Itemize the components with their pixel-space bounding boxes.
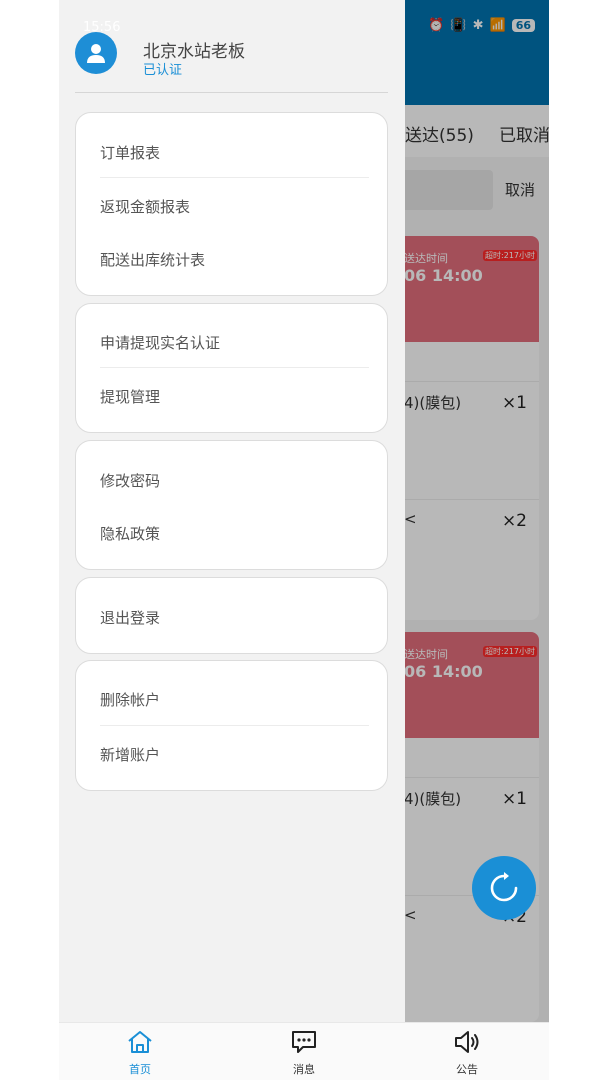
avatar <box>75 32 117 74</box>
refresh-icon <box>490 872 518 902</box>
app-screen: ⏰ 📳 ✱ 📶 66 送达(55) 已取消 取消 送达时间 06 14:00 超… <box>59 0 549 1080</box>
menu-group-logout: 退出登录 <box>75 577 388 654</box>
menu-item-add-account[interactable]: 新增账户 <box>100 744 160 765</box>
menu-item-delivery-stats[interactable]: 配送出库统计表 <box>100 249 205 270</box>
nav-home[interactable]: 首页 <box>100 1029 180 1077</box>
side-drawer: 15:56 北京水站老板 已认证 订单报表 返现金额报表 配送出库统计表 申请提… <box>59 0 405 1022</box>
menu-item-change-password[interactable]: 修改密码 <box>100 470 160 491</box>
divider <box>100 367 369 368</box>
verified-status: 已认证 <box>143 63 183 78</box>
divider <box>100 177 369 178</box>
menu-group-security: 修改密码 隐私政策 <box>75 440 388 570</box>
divider <box>75 92 388 93</box>
menu-item-realname-verification[interactable]: 申请提现实名认证 <box>100 332 220 353</box>
menu-item-cashback-report[interactable]: 返现金额报表 <box>100 196 190 217</box>
refresh-button[interactable] <box>472 856 536 920</box>
menu-item-logout[interactable]: 退出登录 <box>100 607 160 628</box>
bottom-nav: 首页 消息 公告 <box>59 1022 549 1080</box>
nav-announcements[interactable]: 公告 <box>427 1029 507 1077</box>
menu-group-reports: 订单报表 返现金额报表 配送出库统计表 <box>75 112 388 296</box>
divider <box>100 725 369 726</box>
menu-item-privacy-policy[interactable]: 隐私政策 <box>100 523 160 544</box>
user-icon <box>87 44 105 63</box>
menu-item-withdrawal-management[interactable]: 提现管理 <box>100 386 160 407</box>
menu-item-delete-account[interactable]: 删除帐户 <box>100 689 160 710</box>
nav-label: 首页 <box>129 1063 151 1076</box>
profile-header[interactable]: 北京水站老板 已认证 <box>59 0 405 92</box>
speaker-icon <box>455 1031 479 1053</box>
nav-label: 消息 <box>293 1063 315 1076</box>
nav-messages[interactable]: 消息 <box>264 1029 344 1077</box>
menu-item-order-report[interactable]: 订单报表 <box>100 142 160 163</box>
message-icon <box>292 1031 316 1053</box>
nav-label: 公告 <box>456 1063 478 1076</box>
menu-group-withdrawal: 申请提现实名认证 提现管理 <box>75 303 388 433</box>
home-icon <box>128 1031 152 1053</box>
menu-group-accounts: 删除帐户 新增账户 <box>75 660 388 791</box>
